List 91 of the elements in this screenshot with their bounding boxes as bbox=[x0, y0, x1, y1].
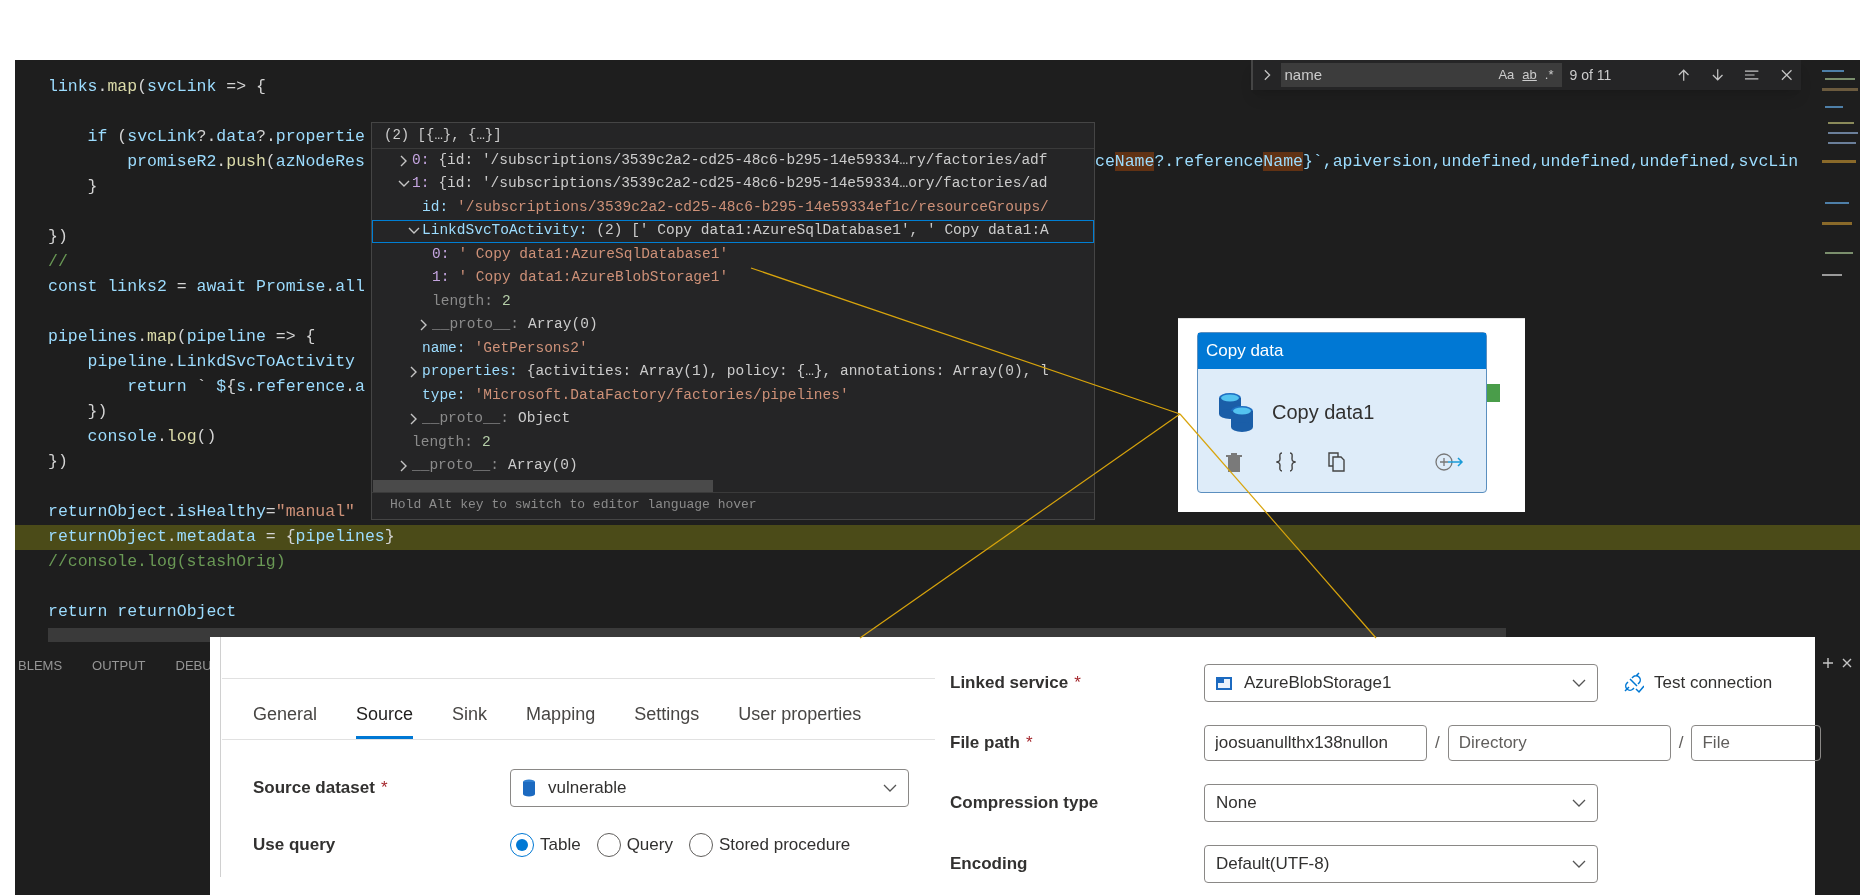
required-mark: * bbox=[380, 777, 388, 800]
scrollbar[interactable] bbox=[373, 480, 713, 492]
path-separator: / bbox=[1678, 732, 1684, 755]
hover-title: (2) [{…}, {…}] bbox=[372, 123, 1094, 149]
tree-item[interactable]: properties: {activities: Array(1), policy: {…}, annotations: Array(0), l bbox=[372, 360, 1094, 384]
activity-card[interactable]: Copy data Copy data1 bbox=[1197, 332, 1487, 493]
tree-item[interactable]: LinkdSvcToActivity: (2) [' Copy data1:AzureSqlDatabase1', ' Copy data1:A bbox=[372, 219, 1094, 243]
menu-icon[interactable] bbox=[1744, 68, 1760, 82]
path-separator: / bbox=[1435, 732, 1440, 755]
input-field[interactable]: File bbox=[1691, 725, 1822, 761]
add-output-icon[interactable] bbox=[1435, 452, 1464, 472]
activity-name: Copy data1 bbox=[1272, 399, 1375, 425]
code-line: pipeline.LinkdSvcToActivity bbox=[86, 351, 355, 374]
tree-item[interactable]: type: 'Microsoft.DataFactory/factories/pipelines' bbox=[372, 384, 1094, 408]
panel-tab[interactable]: OUTPUT bbox=[92, 656, 146, 676]
code-line: const links2 = await Promise.all bbox=[48, 276, 365, 299]
radio-option[interactable]: Query bbox=[596, 832, 673, 858]
code-line: links.map(svcLink => { bbox=[48, 76, 266, 99]
database-icon bbox=[1218, 391, 1254, 432]
activity-type: Copy data bbox=[1206, 340, 1284, 363]
tab[interactable]: User properties bbox=[738, 693, 862, 739]
panel-tab[interactable]: BLEMS bbox=[18, 656, 63, 676]
braces-icon[interactable] bbox=[1276, 452, 1296, 472]
close-icon[interactable] bbox=[1779, 68, 1793, 82]
add-icon[interactable] bbox=[1822, 657, 1834, 669]
tree-item[interactable]: 0: {id: '/subscriptions/3539c2a2-cd25-48c6-b295-14e59334…ry/factories/adf bbox=[372, 149, 1094, 173]
storage-icon bbox=[1216, 675, 1232, 691]
toggle-button[interactable]: Aa bbox=[1494, 65, 1519, 85]
tab[interactable]: Sink bbox=[452, 693, 488, 739]
code-line: return returnObject bbox=[48, 601, 237, 624]
input-field[interactable]: joosuanullthx138nullon bbox=[1204, 725, 1427, 761]
tree-item[interactable]: 1: {id: '/subscriptions/3539c2a2-cd25-48c6-b295-14e59334…ory/factories/ad bbox=[372, 172, 1094, 196]
radio-option[interactable]: Table bbox=[510, 832, 581, 858]
tree-item[interactable]: length: 2 bbox=[372, 290, 1094, 314]
arrow-down-icon[interactable] bbox=[1710, 68, 1725, 82]
field-label: Encoding bbox=[950, 853, 1028, 876]
tab[interactable]: Settings bbox=[634, 693, 700, 739]
dropdown[interactable]: None bbox=[1204, 784, 1598, 822]
tree-item[interactable]: id: '/subscriptions/3539c2a2-cd25-48c6-b295-14e59334ef1c/resourceGroups/ bbox=[372, 196, 1094, 220]
code-line: pipelines.map(pipeline => { bbox=[48, 326, 316, 349]
code-line: promiseR2.push(azNodeRes bbox=[126, 152, 365, 172]
field-label: Source dataset bbox=[253, 777, 375, 800]
chevron-down-icon[interactable] bbox=[1572, 860, 1586, 868]
chevron-down-icon[interactable] bbox=[1572, 679, 1586, 687]
tree-item[interactable]: length: 2 bbox=[372, 431, 1094, 455]
tab[interactable]: Mapping bbox=[526, 693, 596, 739]
field-label: Linked service bbox=[950, 672, 1069, 695]
toggle-button[interactable]: ab bbox=[1518, 65, 1541, 85]
tree-item[interactable]: __proto__: Array(0) bbox=[372, 313, 1094, 337]
required-mark: * bbox=[1025, 732, 1033, 755]
code-line: }) bbox=[48, 451, 68, 474]
input-field[interactable]: Directory bbox=[1447, 725, 1671, 761]
database-icon bbox=[522, 779, 536, 797]
dropdown[interactable]: vulnerable bbox=[510, 769, 909, 807]
required-mark: * bbox=[1074, 672, 1081, 695]
code-line: }) bbox=[48, 226, 68, 249]
code-line: return ` ${s.reference.a bbox=[126, 376, 365, 399]
toggle-button[interactable]: .* bbox=[1540, 65, 1558, 85]
tree-item[interactable]: __proto__: Object bbox=[372, 407, 1094, 431]
code-line: // bbox=[48, 251, 68, 274]
chevron-down-icon[interactable] bbox=[1572, 799, 1586, 807]
code-line: console.log() bbox=[86, 426, 217, 449]
code-line: }) bbox=[86, 401, 108, 424]
tree-item[interactable]: __proto__: Array(0) bbox=[372, 454, 1094, 478]
plug-icon bbox=[1622, 672, 1644, 694]
code-line: ceName?.referenceName}`,apiversion,undefined,undefined,undefined,svcLin bbox=[1095, 151, 1799, 174]
arrow-up-icon[interactable] bbox=[1677, 68, 1691, 82]
code-line: returnObject.metadata = {pipelines} bbox=[48, 526, 395, 549]
copy-icon[interactable] bbox=[1328, 452, 1345, 472]
search-field[interactable]: name Aa ab .* bbox=[1280, 63, 1562, 87]
trash-icon[interactable] bbox=[1226, 452, 1242, 472]
dropdown[interactable]: Default(UTF-8) bbox=[1204, 845, 1598, 883]
hover-hint: Hold Alt key to switch to editor language hover bbox=[390, 495, 757, 514]
dropdown[interactable]: AzureBlobStorage1 bbox=[1204, 664, 1598, 702]
code-line: //console.log(stashOrig) bbox=[48, 551, 286, 574]
field-label: Use query bbox=[253, 834, 336, 856]
tree-item[interactable]: name: 'GetPersons2' bbox=[372, 337, 1094, 361]
match-count: 9 of 11 bbox=[1569, 65, 1613, 85]
tree-item[interactable]: 0: ' Copy data1:AzureSqlDatabase1' bbox=[372, 243, 1094, 267]
code-line: } bbox=[86, 176, 98, 199]
field-label: Compression type bbox=[950, 792, 1099, 815]
success-handle[interactable] bbox=[1487, 384, 1500, 402]
tree-item[interactable]: 1: ' Copy data1:AzureBlobStorage1' bbox=[372, 266, 1094, 290]
field-label: File path bbox=[950, 732, 1020, 755]
test-connection-button[interactable]: Test connection bbox=[1622, 670, 1773, 696]
chevron-down-icon[interactable] bbox=[883, 784, 897, 792]
tab[interactable]: General bbox=[253, 693, 318, 739]
close-icon[interactable] bbox=[1842, 658, 1852, 668]
radio-option[interactable]: Stored procedure bbox=[688, 832, 851, 858]
code-line: returnObject.isHealthy="manual" bbox=[48, 501, 355, 524]
code-line: if (svcLink?.data?.propertie bbox=[86, 126, 365, 149]
